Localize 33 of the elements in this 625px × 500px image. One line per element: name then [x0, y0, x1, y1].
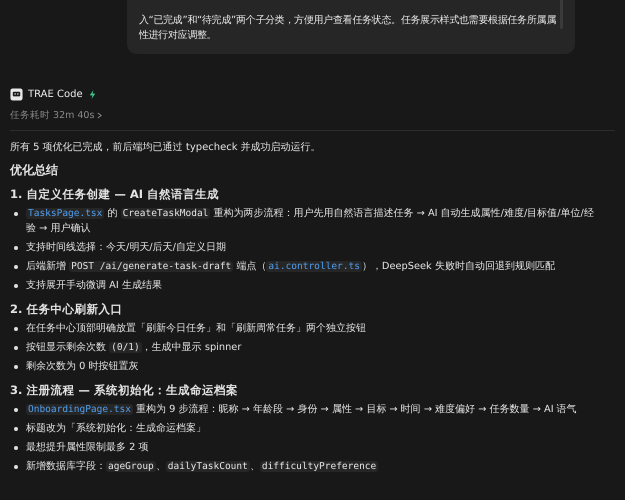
list-item-text: 在任务中心顶部明确放置「刷新今日任务」和「刷新周常任务」两个独立按钮 [26, 322, 366, 336]
list-item-text: 剩余次数为 0 时按钮置灰 [26, 360, 138, 374]
bullet-icon [14, 427, 18, 431]
list-item-text: 新增数据库字段： ageGroup 、 dailyTaskCount 、 difficultyPreference [26, 460, 378, 474]
list-item-text: 支持展开手动微调 AI 生成结果 [26, 278, 162, 293]
bullet-icon [14, 265, 18, 269]
message-text: 入“已完成”和“待完成”两个子分类，方便用户查看任务状态。任务展示样式也需要根据任务所属属 [138, 14, 556, 28]
bullet-icon [14, 408, 18, 412]
bullet-icon [14, 446, 18, 450]
bullet-icon [14, 284, 18, 288]
message-text: 性进行对应调整。 [138, 28, 218, 43]
list-item-text: 后端新增 POST /ai/generate-task-draft 端点（ ai.controller.ts ），DeepSeek 失败时自动回退到规则匹配 [26, 260, 555, 274]
bullet-icon [14, 465, 18, 469]
bullet-icon [14, 212, 18, 216]
list-item-text: OnboardingPage.tsx 重构为 9 步流程：昵称 → 年龄段 → 身份 → 属性 → 目标 → 时间 → 难度偏好 → 任务数量 → AI 语气 [26, 402, 577, 417]
list-item-text: TasksPage.tsx 的 CreateTaskModal 重构为两步流程：用户先用自然语言描述任务 → AI 自动生成属性/难度/目标值/单位/经验 → 用户确认 [26, 206, 595, 236]
section-heading: 2. 任务中心刷新入口 [10, 301, 124, 317]
bullet-icon [14, 346, 18, 350]
duration-toggle[interactable]: 任务耗时 32m 40s [10, 109, 102, 122]
bullet-icon [14, 365, 18, 369]
chevron-icon [97, 112, 102, 119]
section-heading: 3. 注册流程 — 系统初始化：生成命运档案 [10, 382, 239, 398]
section-title: 优化总结 [10, 162, 59, 178]
bullet-icon [14, 246, 18, 250]
intro-text: 所有 5 项优化已完成，前后端均已通过 typecheck 并成功启动运行。 [10, 141, 322, 155]
list-item-text: 标题改为「系统初始化：生成命运档案」 [26, 422, 206, 436]
chat-icon [10, 88, 23, 101]
list-item-text: 支持时间线选择：今天/明天/后天/自定义日期 [26, 240, 226, 255]
bullet-icon [14, 327, 18, 331]
list-item-text: 按钮显示剩余次数 (0/1) ，生成中显示 spinner [26, 340, 242, 355]
list-item-text: 最想提升属性限制最多 2 项 [26, 440, 148, 455]
section-heading: 1. 自定义任务创建 — AI 自然语言生成 [10, 186, 220, 202]
agent-name: TRAE Code [28, 89, 83, 100]
